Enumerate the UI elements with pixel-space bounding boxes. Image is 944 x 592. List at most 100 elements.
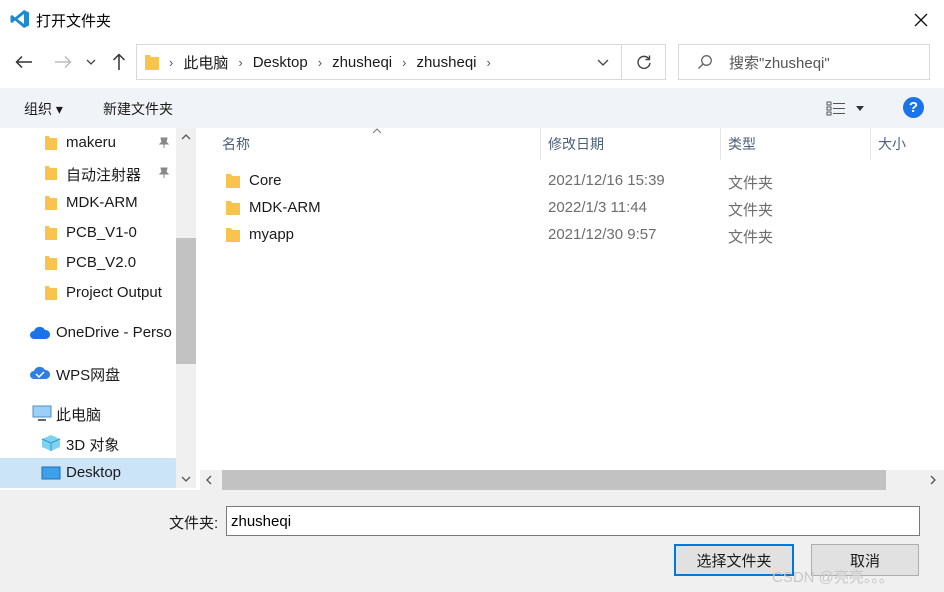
file-modified: 2021/12/16 15:39 (548, 172, 665, 189)
file-type: 文件夹 (728, 202, 774, 219)
up-button[interactable] (106, 49, 132, 75)
help-button[interactable]: ? (903, 97, 924, 118)
arrow-right-icon (55, 55, 72, 69)
wps-cloud-icon (30, 366, 50, 379)
breadcrumb-this-pc[interactable]: 此电脑 (183, 52, 228, 73)
refresh-button[interactable] (622, 44, 666, 80)
scrollbar-thumb[interactable] (176, 238, 196, 364)
close-icon (914, 13, 928, 27)
navigation-pane[interactable]: makeru 自动注射器 MDK-ARM PCB_V1-0 PCB_V2.0 P… (0, 128, 196, 488)
file-modified: 2021/12/30 9:57 (548, 226, 657, 243)
forward-button[interactable] (50, 49, 76, 75)
sidebar-item-project-output[interactable]: Project Output (0, 278, 176, 308)
arrow-up-icon (112, 53, 126, 70)
sidebar-item-label: PCB_V1-0 (66, 224, 137, 241)
vscode-logo-icon (10, 10, 29, 28)
scroll-up-icon[interactable] (181, 134, 191, 140)
column-header-type[interactable]: 类型 (728, 128, 756, 160)
view-options-button[interactable] (826, 98, 866, 118)
column-header-modified[interactable]: 修改日期 (548, 128, 604, 160)
sidebar-item-injector[interactable]: 自动注射器 (0, 158, 176, 188)
breadcrumb-separator: › (238, 54, 243, 70)
folder-icon (45, 226, 57, 240)
arrow-left-icon (15, 55, 32, 69)
close-button[interactable] (906, 6, 936, 34)
sidebar-item-label: 此电脑 (56, 407, 102, 424)
folder-icon (45, 286, 57, 300)
sidebar-item-wps-cloud[interactable]: WPS网盘 (0, 358, 176, 388)
refresh-icon (636, 55, 651, 69)
breadcrumb-separator: › (486, 54, 491, 70)
folder-name-input[interactable] (226, 506, 920, 536)
breadcrumb-zhusheqi-parent[interactable]: zhusheqi (332, 54, 392, 71)
breadcrumb-separator: › (317, 54, 323, 70)
address-bar[interactable]: › 此电脑 › Desktop › zhusheqi › zhusheqi › (136, 44, 622, 80)
file-row-mdk-arm[interactable]: MDK-ARM 2022/1/3 11:44 文件夹 (200, 195, 880, 222)
recent-locations-button[interactable] (81, 49, 101, 75)
scroll-down-icon[interactable] (181, 476, 191, 482)
help-icon: ? (908, 99, 919, 116)
details-view-icon (826, 101, 845, 116)
onedrive-icon (30, 326, 50, 339)
sidebar-item-label: 自动注射器 (66, 167, 142, 184)
folder-icon (145, 54, 159, 70)
pin-icon (158, 167, 170, 178)
search-icon (698, 55, 712, 69)
desktop-icon (41, 466, 61, 480)
sort-ascending-icon (372, 128, 382, 134)
column-divider[interactable] (720, 128, 721, 160)
file-type: 文件夹 (728, 175, 774, 192)
sidebar-item-label: WPS网盘 (56, 367, 121, 384)
column-divider[interactable] (870, 128, 871, 160)
sidebar-item-label: Desktop (66, 464, 122, 481)
sidebar-item-onedrive[interactable]: OneDrive - Perso (0, 318, 176, 348)
sidebar-item-label: MDK-ARM (66, 194, 138, 211)
file-name: myapp (249, 226, 295, 243)
file-name: MDK-ARM (249, 199, 321, 216)
scroll-left-icon[interactable] (206, 475, 212, 485)
sidebar-item-3d-objects[interactable]: 3D 对象 (0, 428, 176, 458)
breadcrumb-separator: › (169, 54, 174, 70)
column-header-size[interactable]: 大小 (878, 128, 906, 160)
sidebar-item-pcb-v1[interactable]: PCB_V1-0 (0, 218, 176, 248)
file-name: Core (249, 172, 282, 189)
file-type: 文件夹 (728, 229, 774, 246)
sidebar-item-label: Project Output (66, 284, 162, 301)
folder-icon (45, 256, 57, 270)
sidebar-item-makeru[interactable]: makeru (0, 128, 176, 158)
folder-icon (226, 228, 240, 242)
back-button[interactable] (11, 49, 37, 75)
breadcrumb-zhusheqi-current[interactable]: zhusheqi (416, 54, 476, 71)
sidebar-item-label: PCB_V2.0 (66, 254, 137, 271)
file-list-horizontal-scrollbar[interactable] (200, 470, 944, 490)
search-box[interactable]: 搜索"zhusheqi" (678, 44, 930, 80)
breadcrumb-separator: › (402, 54, 407, 70)
new-folder-button[interactable]: 新建文件夹 (103, 99, 173, 119)
scrollbar-thumb[interactable] (222, 470, 886, 490)
this-pc-icon (32, 405, 52, 421)
breadcrumb-desktop[interactable]: Desktop (253, 54, 308, 71)
address-dropdown-button[interactable] (588, 45, 618, 79)
column-divider[interactable] (540, 128, 541, 160)
chevron-down-icon (86, 59, 96, 65)
file-row-myapp[interactable]: myapp 2021/12/30 9:57 文件夹 (200, 222, 880, 249)
window-title: 打开文件夹 (36, 13, 112, 30)
pin-icon (158, 137, 170, 148)
folder-icon (45, 136, 57, 150)
watermark: CSDN @亮亮。。。 (772, 569, 894, 586)
folder-field-label: 文件夹: (169, 515, 219, 532)
sidebar-item-mdk-arm[interactable]: MDK-ARM (0, 188, 176, 218)
folder-icon (45, 166, 57, 180)
column-header-name[interactable]: 名称 (222, 128, 250, 160)
sidebar-item-pcb-v2[interactable]: PCB_V2.0 (0, 248, 176, 278)
organize-menu[interactable]: 组织 ▾ (24, 99, 63, 119)
navigation-scrollbar[interactable] (176, 128, 196, 488)
scroll-right-icon[interactable] (930, 475, 936, 485)
sidebar-item-this-pc[interactable]: 此电脑 (0, 398, 176, 428)
search-placeholder: 搜索"zhusheqi" (729, 54, 830, 72)
3d-objects-icon (41, 435, 61, 451)
file-row-core[interactable]: Core 2021/12/16 15:39 文件夹 (200, 168, 880, 195)
caret-down-icon (856, 105, 864, 111)
sidebar-item-desktop[interactable]: Desktop (0, 458, 176, 488)
sidebar-item-label: makeru (66, 134, 117, 151)
